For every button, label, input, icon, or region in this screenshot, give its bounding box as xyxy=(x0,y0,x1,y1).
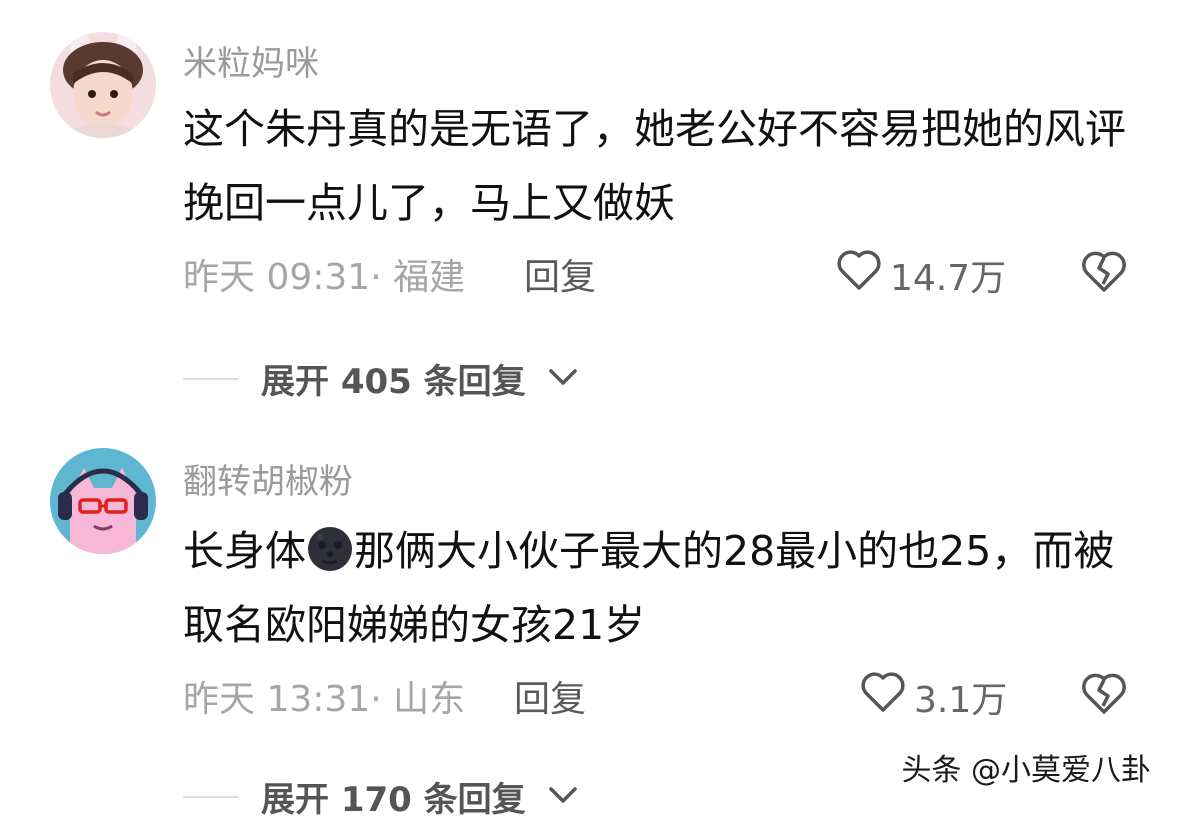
expand-replies-button[interactable]: 展开 405 条回复 xyxy=(183,354,578,403)
username[interactable]: 米粒妈咪 xyxy=(183,36,319,85)
dislike-button[interactable] xyxy=(1080,248,1128,298)
divider xyxy=(183,795,239,798)
like-button[interactable]: 3.1万 xyxy=(860,670,1007,723)
username[interactable]: 翻转胡椒粉 xyxy=(183,454,353,503)
expand-replies-button[interactable]: 展开 170 条回复 xyxy=(183,772,578,821)
watermark: 头条 @小莫爱八卦 xyxy=(901,753,1151,788)
comment-text: 这个朱丹真的是无语了，她老公好不容易把她的风评挽回一点儿了，马上又做妖 xyxy=(183,105,1126,227)
like-count: 14.7万 xyxy=(890,257,1007,299)
avatar[interactable] xyxy=(50,32,156,138)
comment-meta: 昨天 09:31· 福建 xyxy=(183,257,466,298)
broken-heart-icon xyxy=(1080,673,1128,720)
expand-replies-label: 展开 170 条回复 xyxy=(261,780,526,820)
dislike-button[interactable] xyxy=(1080,670,1128,720)
chevron-down-icon xyxy=(548,785,578,809)
chevron-down-icon xyxy=(548,367,578,391)
like-count: 3.1万 xyxy=(914,679,1008,721)
new-moon-face-icon xyxy=(306,522,354,571)
expand-replies-label: 展开 405 条回复 xyxy=(261,362,526,402)
reply-button[interactable]: 回复 xyxy=(514,670,586,722)
heart-icon xyxy=(860,670,906,723)
divider xyxy=(183,377,239,380)
avatar[interactable] xyxy=(50,448,156,554)
comment-text-part: 长身体 xyxy=(183,527,306,575)
like-button[interactable]: 14.7万 xyxy=(836,248,1006,301)
reply-button[interactable]: 回复 xyxy=(524,248,596,300)
comment-text: 长身体 那俩大小伙子最大的28最小的也25，而被取名欧阳娣娣的女孩21岁 xyxy=(183,514,1143,662)
heart-icon xyxy=(836,248,882,301)
broken-heart-icon xyxy=(1080,251,1128,298)
comment-meta: 昨天 13:31· 山东 xyxy=(183,679,466,720)
